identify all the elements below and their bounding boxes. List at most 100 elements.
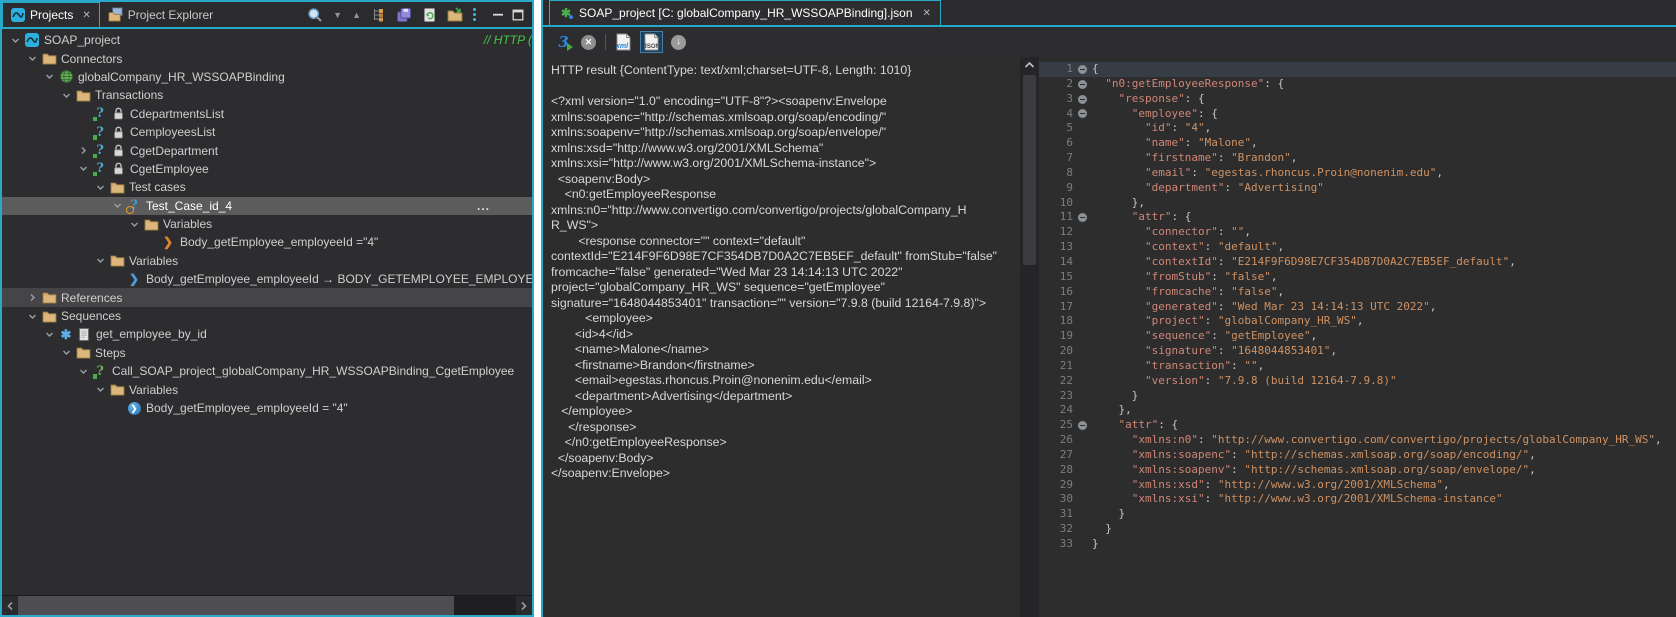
save-all-icon[interactable]	[396, 7, 412, 23]
folder-icon	[108, 382, 126, 398]
tree-item-cgetdepartment[interactable]: ? CgetDepartment	[2, 141, 532, 159]
xml-view-icon[interactable]: xml	[615, 33, 632, 51]
tree-item-transactions[interactable]: Transactions	[2, 86, 532, 104]
tree-item-test-cases[interactable]: Test cases	[2, 178, 532, 196]
tree-item-variables[interactable]: Variables	[2, 215, 532, 233]
tree-item-soap-project[interactable]: SOAP_project // HTTP (	[2, 31, 532, 49]
chevron-down-icon[interactable]	[93, 385, 108, 394]
tree-item-label: Sequences	[61, 309, 122, 324]
close-icon[interactable]: ✕	[923, 8, 931, 19]
chevron-down-icon[interactable]	[8, 36, 23, 45]
tree-item-call-soap-project-globalcompany-hr-wssoapbinding-cgetemployee[interactable]: ? Call_SOAP_project_globalCompany_HR_WSSO…	[2, 362, 532, 380]
json-line: 16 "fromcache": "false",	[1039, 285, 1676, 300]
globe-icon	[57, 69, 75, 85]
json-line: 12 "connector": "",	[1039, 225, 1676, 240]
xml-result-line: xmlns:soapenc="http://schemas.xmlsoap.or…	[551, 109, 887, 124]
panel-divider[interactable]	[534, 0, 541, 617]
json-line: 20 "signature": "1648044853401",	[1039, 344, 1676, 359]
stop-icon[interactable]: ✕	[581, 34, 596, 50]
scroll-left-icon[interactable]	[2, 596, 18, 615]
link-editor-icon[interactable]	[371, 7, 386, 22]
folder-icon	[142, 216, 160, 232]
json-line: 23 }	[1039, 389, 1676, 404]
tree-item-cdepartmentslist[interactable]: ? CdepartmentsList	[2, 105, 532, 123]
tree-item-globalcompany-hr-wssoapbinding[interactable]: globalCompany_HR_WSSOAPBinding	[2, 68, 532, 86]
search-icon[interactable]	[307, 7, 323, 23]
minimize-icon[interactable]	[492, 9, 504, 21]
tree-item-references[interactable]: References	[2, 288, 532, 307]
fold-marker-icon[interactable]	[1073, 94, 1092, 104]
vertical-scrollbar[interactable]	[1020, 57, 1039, 617]
tree-item-variables[interactable]: Variables	[2, 252, 532, 270]
chevron-down-icon[interactable]	[59, 91, 74, 100]
fold-marker-icon[interactable]	[1073, 213, 1092, 223]
execute-icon[interactable]: 3	[555, 34, 573, 51]
horizontal-scrollbar[interactable]	[2, 595, 532, 615]
tree-item-sequences[interactable]: Sequences	[2, 307, 532, 325]
line-number: 4	[1066, 106, 1073, 120]
tab-projects[interactable]: Projects ✕	[2, 2, 100, 27]
line-number: 19	[1059, 329, 1073, 343]
project-icon	[23, 32, 41, 48]
save-response-icon[interactable]: ↓	[671, 34, 686, 50]
scrollbar-thumb[interactable]	[1023, 75, 1036, 265]
json-line: 30 "xmlns:xsi": "http://www.w3.org/2001/…	[1039, 492, 1676, 507]
tree-item-connectors[interactable]: Connectors	[2, 49, 532, 67]
editor-tab[interactable]: ✱ SOAP_project [C: globalCompany_HR_WSSO…	[549, 0, 941, 25]
tree-item-body-getemployee-employeeid-4[interactable]: ❯ Body_getEmployee_employeeId = "4"	[2, 399, 532, 417]
tree-item-label: Transactions	[95, 88, 164, 103]
fold-marker-icon[interactable]	[1073, 109, 1092, 119]
tab-project-explorer[interactable]: Project Explorer	[100, 2, 221, 27]
tree-item-body-getemployee-employeeid-4[interactable]: ❯ Body_getEmployee_employeeId ="4"	[2, 233, 532, 251]
json-code: "attr": {	[1118, 418, 1179, 432]
line-number: 21	[1059, 358, 1073, 372]
line-number: 28	[1059, 462, 1073, 476]
scroll-up-icon[interactable]	[1020, 57, 1039, 73]
chevron-down-icon[interactable]	[93, 183, 108, 192]
view-menu-icon[interactable]	[473, 8, 476, 21]
fold-marker-icon[interactable]	[1073, 79, 1092, 89]
xml-result-line: R_WS">	[551, 218, 599, 232]
json-code: "employee": {	[1131, 106, 1218, 120]
fold-marker-icon[interactable]	[1073, 421, 1092, 431]
json-line: 1{	[1039, 62, 1676, 77]
tree-item-steps[interactable]: Steps	[2, 344, 532, 362]
fold-marker-icon[interactable]	[1073, 64, 1092, 74]
tree-item-variables[interactable]: Variables	[2, 380, 532, 398]
tree-item-cemployeeslist[interactable]: ? CemployeesList	[2, 123, 532, 141]
tree-item-label: Test_Case_id_4	[146, 198, 233, 213]
chevron-down-icon[interactable]	[127, 220, 142, 229]
tree-item-test-case-id-4[interactable]: ? Test_Case_id_4...	[2, 196, 532, 215]
chevron-down-icon[interactable]	[42, 72, 57, 81]
collapse-up-icon[interactable]: ▲	[352, 10, 361, 20]
json-code: "xmlns:xsd": "http://www.w3.org/2001/XML…	[1131, 477, 1450, 491]
tree-item-cgetemployee[interactable]: ? CgetEmployee	[2, 160, 532, 178]
tree-item-get-employee-by-id[interactable]: ✱ get_employee_by_id	[2, 325, 532, 343]
json-code: "fromcache": "false",	[1144, 284, 1285, 298]
tree-item-body-getemployee-employeeid-body-getemployee-employeeid[interactable]: ❯ Body_getEmployee_employeeId → BODY_GETE…	[2, 270, 532, 288]
line-number: 27	[1059, 447, 1073, 461]
projects-view-header: Projects ✕ Project Explorer ▼ ▲	[2, 2, 532, 29]
collapse-down-icon[interactable]: ▼	[333, 10, 342, 20]
chevron-right-icon[interactable]	[76, 146, 91, 155]
chevron-down-icon[interactable]	[93, 256, 108, 265]
chevron-down-icon[interactable]	[76, 164, 91, 173]
maximize-icon[interactable]	[512, 9, 524, 21]
scroll-right-icon[interactable]	[516, 596, 532, 615]
chevron-down-icon[interactable]	[25, 312, 40, 321]
chevron-down-icon[interactable]	[76, 367, 91, 376]
scrollbar-thumb[interactable]	[18, 596, 454, 615]
chevron-down-icon[interactable]	[25, 54, 40, 63]
chevron-down-icon[interactable]	[59, 348, 74, 357]
refresh-icon[interactable]	[422, 7, 437, 23]
line-number: 3	[1066, 91, 1073, 105]
chevron-down-icon[interactable]	[110, 201, 125, 210]
chevron-right-icon[interactable]	[25, 293, 40, 302]
import-project-icon[interactable]	[447, 7, 463, 22]
json-view-icon[interactable]: JSON	[640, 31, 663, 53]
json-code: }	[1092, 507, 1126, 521]
close-icon[interactable]: ✕	[82, 10, 90, 21]
tree-item-label: Call_SOAP_project_globalCompany_HR_WSSOA…	[112, 364, 515, 379]
chevron-down-icon[interactable]	[42, 330, 57, 339]
editor-tabbar: ✱ SOAP_project [C: globalCompany_HR_WSSO…	[543, 0, 1676, 27]
